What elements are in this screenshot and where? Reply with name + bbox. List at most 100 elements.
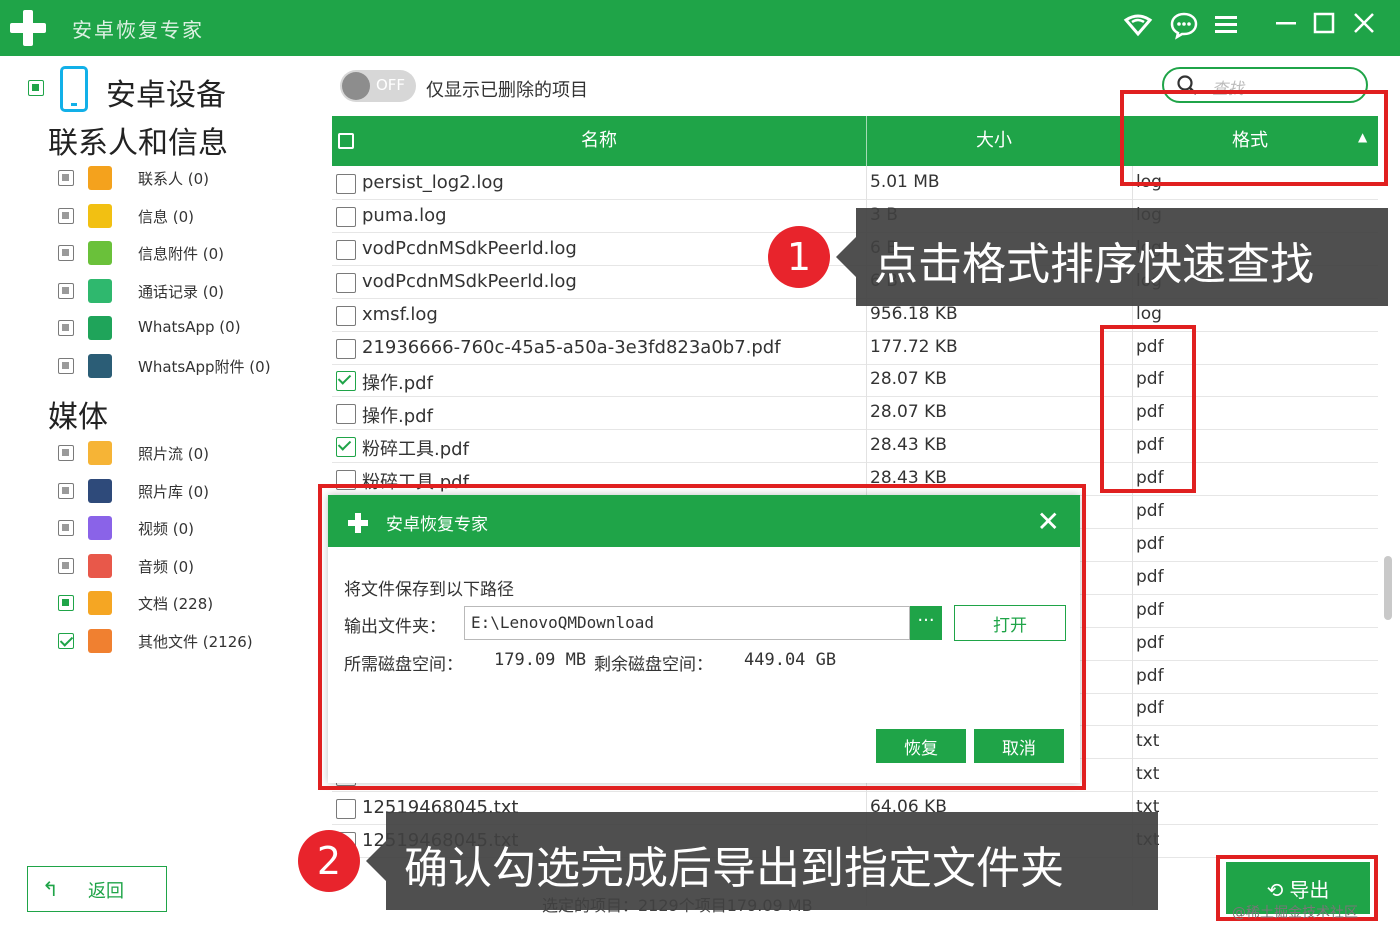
contacts-item[interactable]: 信息 (0)	[58, 202, 318, 232]
cell-size: 5.01 MB	[870, 172, 940, 192]
contacts-checkbox[interactable]	[58, 320, 74, 337]
dialog-close-icon[interactable]: ✕	[1037, 505, 1060, 538]
contacts-item[interactable]: 联系人 (0)	[58, 164, 318, 194]
toggle-knob	[342, 72, 370, 100]
close-icon[interactable]	[1346, 10, 1382, 46]
contacts-checkbox[interactable]	[58, 207, 74, 224]
row-checkbox[interactable]	[336, 338, 356, 359]
device-checkbox[interactable]	[28, 80, 44, 96]
deleted-only-toggle[interactable]: OFF	[340, 70, 416, 102]
row-checkbox[interactable]	[336, 174, 356, 194]
app-title: 安卓恢复专家	[72, 18, 204, 42]
chat-icon[interactable]	[1166, 10, 1202, 46]
audio-icon	[88, 553, 112, 578]
contacts-item[interactable]: WhatsApp (0)	[58, 314, 318, 344]
browse-button[interactable]: ···	[910, 606, 942, 640]
contacts-item[interactable]: 信息附件 (0)	[58, 239, 318, 269]
row-checkbox[interactable]	[336, 404, 356, 425]
cell-size: 956.18 KB	[870, 303, 958, 324]
media-label: 音频 (0)	[138, 557, 195, 576]
minimize-icon[interactable]	[1268, 10, 1304, 46]
media-item[interactable]: 音频 (0)	[58, 552, 318, 582]
output-folder-label: 输出文件夹：	[344, 617, 446, 637]
media-item[interactable]: 视频 (0)	[58, 514, 318, 544]
step1-badge: 1	[768, 226, 830, 288]
row-checkbox[interactable]	[336, 470, 356, 491]
media-label: 文档 (228)	[138, 595, 214, 614]
media-item[interactable]: 照片流 (0)	[58, 439, 318, 469]
cell-name: 操作.pdf	[362, 373, 433, 395]
contacts-label: WhatsApp附件 (0)	[138, 358, 271, 376]
cancel-button[interactable]: 取消	[974, 729, 1064, 763]
row-checkbox[interactable]	[336, 371, 356, 392]
table-row[interactable]: 操作.pdf 28.07 KB pdf	[332, 397, 1378, 431]
row-checkbox[interactable]	[336, 206, 356, 227]
back-button[interactable]: ↰ 返回	[27, 866, 167, 912]
dialog-logo-icon	[348, 513, 368, 533]
sort-ascending-icon[interactable]: ▲	[1358, 130, 1367, 144]
phone-icon	[60, 66, 88, 112]
media-checkbox[interactable]	[58, 595, 74, 612]
wifi-icon[interactable]	[1120, 10, 1156, 46]
media-checkbox[interactable]	[58, 445, 74, 461]
attachment-icon	[88, 241, 112, 266]
contacts-checkbox[interactable]	[58, 282, 74, 299]
column-format[interactable]: 格式	[1122, 116, 1378, 166]
cell-size: 28.43 KB	[870, 468, 947, 489]
row-checkbox[interactable]	[336, 305, 356, 326]
media-checkbox[interactable]	[58, 557, 74, 574]
cell-name: 21936666-760c-45a5-a50a-3e3fd823a0b7.pdf	[362, 336, 781, 358]
device-row[interactable]: 安卓设备	[28, 66, 288, 114]
dialog-prompt: 将文件保存到以下路径	[344, 580, 514, 600]
cell-format: pdf	[1136, 468, 1164, 489]
document-icon	[88, 591, 112, 616]
open-button[interactable]: 打开	[954, 605, 1066, 641]
cell-format: pdf	[1136, 501, 1164, 521]
row-checkbox[interactable]	[336, 239, 356, 260]
contacts-item[interactable]: 通话记录 (0)	[58, 277, 318, 307]
output-folder-input[interactable]: E:\LenovoQMDownload	[464, 606, 910, 640]
media-checkbox[interactable]	[58, 520, 74, 537]
cell-format: pdf	[1136, 369, 1164, 390]
table-row[interactable]: 粉碎工具.pdf 28.43 KB pdf	[332, 430, 1378, 464]
column-size[interactable]: 大小	[866, 116, 1122, 166]
cell-format: pdf	[1136, 665, 1164, 686]
contacts-item[interactable]: WhatsApp附件 (0)	[58, 352, 318, 382]
media-item[interactable]: 其他文件 (2126)	[58, 627, 318, 657]
media-checkbox[interactable]	[58, 482, 74, 499]
cell-size: 177.72 KB	[870, 336, 958, 357]
maximize-icon[interactable]	[1306, 10, 1342, 46]
table-row[interactable]: 操作.pdf 28.07 KB pdf	[332, 364, 1378, 398]
row-checkbox[interactable]	[336, 799, 356, 820]
cell-format: pdf	[1136, 566, 1164, 587]
step1-callout: 点击格式排序快速查找	[836, 208, 1388, 306]
table-row[interactable]: persist_log2.log 5.01 MB log	[332, 167, 1378, 200]
contacts-checkbox[interactable]	[58, 245, 74, 262]
export-icon: ⟲	[1266, 879, 1284, 902]
cell-name: vodPcdnMSdkPeerld.log	[362, 237, 577, 259]
app-logo-icon	[10, 8, 46, 48]
contacts-checkbox[interactable]	[58, 170, 74, 186]
search-box[interactable]: 查找	[1162, 67, 1368, 103]
media-item[interactable]: 照片库 (0)	[58, 477, 318, 507]
media-checkbox[interactable]	[58, 633, 74, 649]
row-checkbox[interactable]	[336, 437, 356, 458]
menu-icon[interactable]	[1208, 10, 1244, 46]
table-header: 名称 大小 格式 ▲	[332, 116, 1378, 166]
cell-name: vodPcdnMSdkPeerld.log	[362, 270, 577, 292]
toggle-state: OFF	[376, 76, 406, 94]
cell-format: pdf	[1136, 599, 1164, 620]
row-checkbox[interactable]	[336, 272, 356, 293]
contacts-checkbox[interactable]	[58, 358, 74, 374]
device-label: 安卓设备	[106, 78, 226, 113]
main-panel: OFF 仅显示已删除的项目 查找 名称 大小 格式 ▲ persist_log2…	[330, 56, 1400, 930]
table-row[interactable]: 粉碎工具.pdf 28.43 KB pdf	[332, 463, 1378, 497]
title-bar: 安卓恢复专家	[0, 0, 1400, 56]
restore-button[interactable]: 恢复	[876, 729, 966, 763]
save-dialog: 安卓恢复专家 ✕ 将文件保存到以下路径 输出文件夹： E:\LenovoQMDo…	[328, 495, 1080, 783]
column-name[interactable]: 名称	[332, 116, 866, 166]
table-row[interactable]: 21936666-760c-45a5-a50a-3e3fd823a0b7.pdf…	[332, 332, 1378, 365]
scrollbar[interactable]	[1384, 556, 1392, 620]
media-item[interactable]: 文档 (228)	[58, 589, 318, 619]
cell-format: pdf	[1136, 336, 1164, 357]
